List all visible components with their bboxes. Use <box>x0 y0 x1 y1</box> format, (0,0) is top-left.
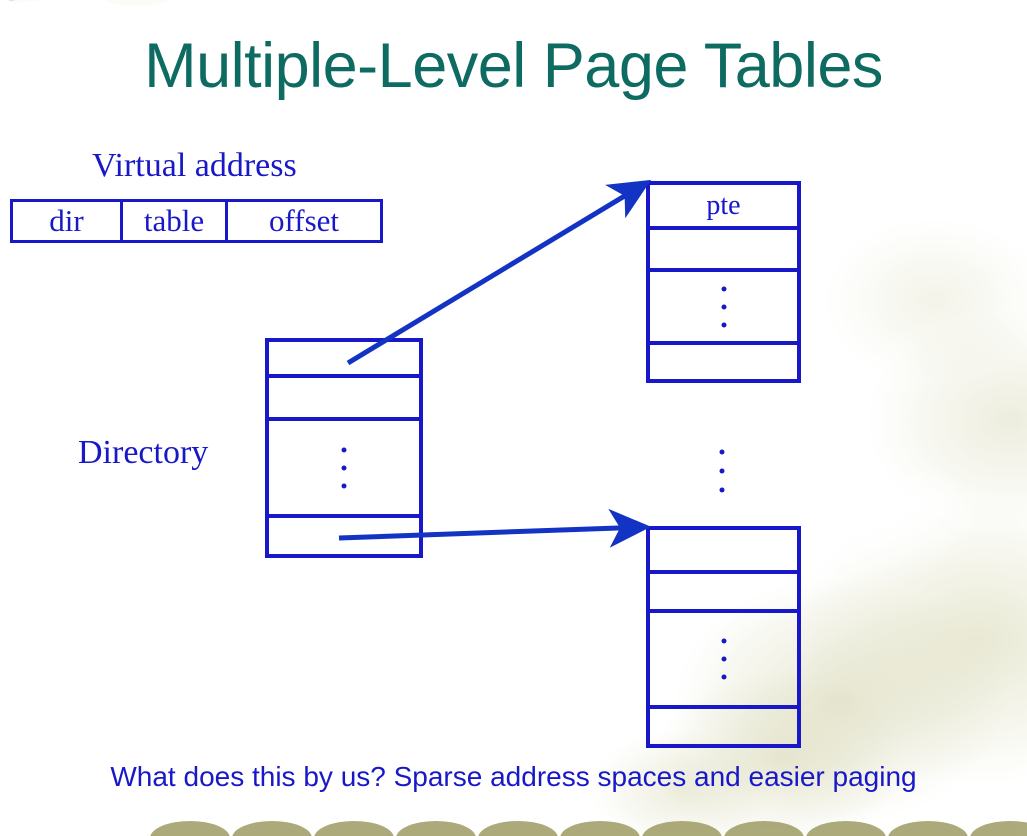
slide-caption: What does this by us? Sparse address spa… <box>110 761 917 792</box>
slide-title: Multiple-Level Page Tables <box>144 31 883 101</box>
vertical-ellipsis-icon <box>719 449 725 493</box>
page-table-bottom-row <box>650 709 797 744</box>
directory-label: Directory <box>78 434 209 471</box>
diagram-arrows <box>338 179 652 548</box>
directory-row <box>269 342 419 378</box>
directory-row-ellipsis <box>269 421 419 518</box>
page-table-top-row-ellipsis <box>650 272 797 345</box>
between-tables-ellipsis <box>713 443 731 499</box>
slide-background <box>0 0 1027 836</box>
bottom-scallop-decoration <box>150 821 1027 836</box>
arrow-directory-to-top-table <box>346 179 652 366</box>
virtual-address-box: dir table offset <box>10 199 383 243</box>
page-table-top-row <box>650 345 797 379</box>
page-table-top-row <box>650 230 797 272</box>
vertical-ellipsis-icon <box>721 286 726 327</box>
virtual-address-label: Virtual address <box>92 147 297 184</box>
page-table-bottom-row-ellipsis <box>650 613 797 709</box>
vertical-ellipsis-icon <box>341 447 347 488</box>
directory-row <box>269 378 419 421</box>
page-table-bottom <box>646 526 801 748</box>
address-field-table: table <box>123 202 228 240</box>
address-field-offset: offset <box>268 203 340 238</box>
page-table-bottom-row <box>650 574 797 613</box>
page-table-top-row-pte: pte <box>650 185 797 230</box>
address-field-dir: dir <box>13 202 123 240</box>
directory-row <box>269 518 419 554</box>
vertical-ellipsis-icon <box>721 638 726 680</box>
page-table-bottom-row <box>650 530 797 574</box>
page-table-top: pte <box>646 181 801 383</box>
directory-table <box>265 338 423 558</box>
